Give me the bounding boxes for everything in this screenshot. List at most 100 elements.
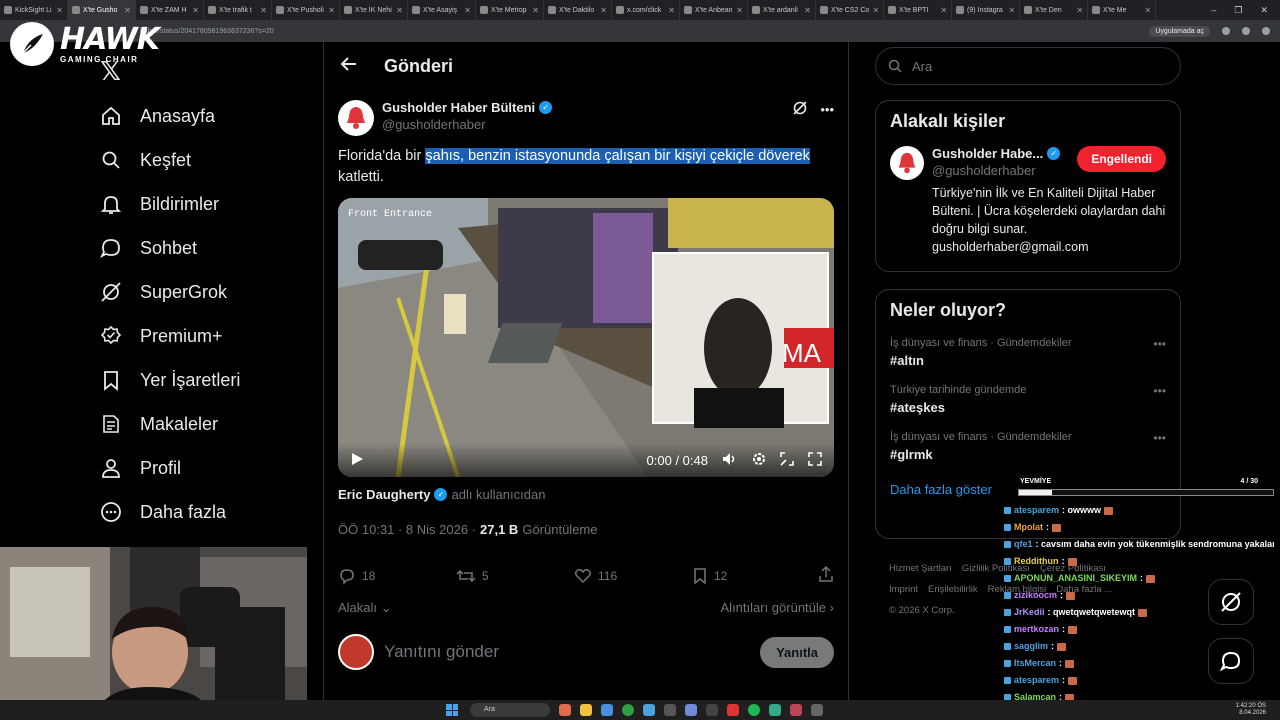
video-player[interactable]: MA Front Entrance 0:00 / 0:48	[338, 198, 834, 477]
like-action[interactable]: 116	[574, 567, 692, 585]
tab-close-icon[interactable]: ✕	[532, 6, 539, 15]
tab-close-icon[interactable]: ✕	[56, 6, 63, 15]
reply-action[interactable]: 18	[338, 567, 456, 585]
nav-item-3[interactable]: Bildirimler	[100, 182, 240, 226]
grok-icon[interactable]	[792, 100, 808, 119]
tab-close-icon[interactable]: ✕	[872, 6, 879, 15]
browser-tab[interactable]: X'te Pusholi ✕	[272, 0, 340, 20]
view-quotes-link[interactable]: Alıntıları görüntüle ›	[721, 600, 834, 616]
repost-action[interactable]: 5	[456, 567, 574, 585]
tab-close-icon[interactable]: ✕	[1144, 6, 1151, 15]
minimize-window-icon[interactable]: –	[1211, 5, 1216, 16]
trend-more-icon[interactable]: •••	[1153, 337, 1166, 351]
person-avatar[interactable]	[890, 146, 924, 180]
trend-more-icon[interactable]: •••	[1153, 431, 1166, 445]
browser-tab[interactable]: X'te ZAM H ✕	[136, 0, 204, 20]
trend-more-icon[interactable]: •••	[1153, 384, 1166, 398]
system-clock[interactable]: 1:42:20 ÖS 8.04.2026	[1236, 703, 1266, 717]
browser-tab[interactable]: X'te BPTI ✕	[884, 0, 953, 20]
profile-icon[interactable]	[1262, 27, 1270, 35]
search-box[interactable]: Ara	[875, 47, 1181, 85]
taskbar-app-icon[interactable]	[769, 704, 781, 716]
tweet-timestamp[interactable]: ÖÖ 10:31 · 8 Nis 2026 ·	[338, 522, 476, 537]
nav-item-5[interactable]: SuperGrok	[100, 270, 240, 314]
browser-tab[interactable]: X'te Daktilo ✕	[544, 0, 612, 20]
maximize-window-icon[interactable]: ❐	[1234, 5, 1242, 16]
trend-item[interactable]: İş dünyası ve finans · Gündemdekiler #alt…	[890, 337, 1166, 368]
browser-tab[interactable]: X'te Anbean ✕	[680, 0, 748, 20]
author-name[interactable]: Gusholder Haber Bülteni ✓	[382, 100, 553, 115]
nav-item-8[interactable]: Makaleler	[100, 402, 240, 446]
more-options-icon[interactable]: •••	[820, 102, 834, 117]
browser-tab[interactable]: X'te Den ✕	[1020, 0, 1089, 20]
tab-close-icon[interactable]: ✕	[736, 6, 743, 15]
browser-tab[interactable]: (9) Instagra ✕	[952, 0, 1021, 20]
close-window-icon[interactable]: ✕	[1260, 5, 1268, 16]
nav-item-7[interactable]: Yer İşaretleri	[100, 358, 240, 402]
tab-close-icon[interactable]: ✕	[600, 6, 607, 15]
related-person[interactable]: Gusholder Habe... ✓ @gusholderhaber Enge…	[890, 146, 1166, 180]
reply-input[interactable]: Yanıtını gönder	[384, 642, 499, 662]
person-name[interactable]: Gusholder Habe... ✓	[932, 146, 1061, 161]
nav-item-6[interactable]: Premium+	[100, 314, 240, 358]
trend-item[interactable]: Türkiye tarihinde gündemde #ateşkes •••	[890, 384, 1166, 415]
chrome-icon[interactable]	[622, 704, 634, 716]
tab-close-icon[interactable]: ✕	[464, 6, 471, 15]
sort-relevant-dropdown[interactable]: Alakalı ⌄	[338, 600, 392, 616]
reply-button[interactable]: Yanıtla	[760, 636, 834, 668]
nav-item-9[interactable]: Profil	[100, 446, 240, 490]
tab-close-icon[interactable]: ✕	[940, 6, 947, 15]
video-source-name[interactable]: Eric Daugherty	[338, 487, 430, 502]
browser-tab[interactable]: X'te Metrop ✕	[476, 0, 544, 20]
discord-icon[interactable]	[685, 704, 697, 716]
trend-item[interactable]: İş dünyası ve finans · Gündemdekiler #glr…	[890, 431, 1166, 462]
share-icon[interactable]	[818, 565, 834, 586]
taskbar-app-icon[interactable]	[790, 704, 802, 716]
windows-start-icon[interactable]	[446, 704, 458, 716]
blocked-button[interactable]: Engellendi	[1077, 146, 1166, 172]
taskbar-search[interactable]: Ara	[470, 703, 550, 717]
minimize-player-icon[interactable]	[780, 451, 794, 469]
browser-tab[interactable]: X'te trafik t ✕	[204, 0, 272, 20]
settings-gear-icon[interactable]	[752, 452, 766, 469]
footer-link[interactable]: Imprint	[889, 584, 918, 595]
tab-close-icon[interactable]: ✕	[124, 6, 131, 15]
play-icon[interactable]	[350, 452, 364, 469]
nav-item-10[interactable]: Daha fazla	[100, 490, 240, 534]
browser-tab[interactable]: X'te Asayiş ✕	[408, 0, 476, 20]
taskbar-app-icon[interactable]	[706, 704, 718, 716]
tab-close-icon[interactable]: ✕	[260, 6, 267, 15]
bookmark-star-icon[interactable]	[1242, 27, 1250, 35]
url-text[interactable]: haber/status/2041780981963637236?s=20	[140, 28, 274, 35]
author-handle[interactable]: @gusholderhaber	[382, 117, 552, 132]
nav-item-4[interactable]: Sohbet	[100, 226, 240, 270]
browser-tab[interactable]: X'te ardanli ✕	[748, 0, 816, 20]
taskbar-app-icon[interactable]	[664, 704, 676, 716]
file-explorer-icon[interactable]	[580, 704, 592, 716]
extension-icon[interactable]	[1222, 27, 1230, 35]
footer-link[interactable]: Hizmet Şartları	[889, 563, 952, 574]
footer-link[interactable]: Erişilebilirlik	[928, 584, 978, 595]
nav-item-1[interactable]: Anasayfa	[100, 94, 240, 138]
nav-item-2[interactable]: Keşfet	[100, 138, 240, 182]
tab-close-icon[interactable]: ✕	[328, 6, 335, 15]
author-avatar[interactable]	[338, 100, 374, 136]
volume-icon[interactable]	[722, 452, 738, 469]
spotify-icon[interactable]	[748, 704, 760, 716]
bookmark-action[interactable]: 12	[692, 567, 810, 585]
open-in-app-button[interactable]: Uygulamada aç	[1149, 25, 1210, 37]
back-arrow-icon[interactable]	[340, 55, 358, 78]
tab-close-icon[interactable]: ✕	[192, 6, 199, 15]
browser-tab[interactable]: X'te Me ✕	[1088, 0, 1157, 20]
user-avatar[interactable]	[338, 634, 374, 670]
browser-tab[interactable]: x.com/click ✕	[612, 0, 680, 20]
browser-tab[interactable]: X'te İK Nehi ✕	[340, 0, 408, 20]
taskbar-app-icon[interactable]	[601, 704, 613, 716]
tab-close-icon[interactable]: ✕	[1076, 6, 1083, 15]
taskbar-app-icon[interactable]	[643, 704, 655, 716]
taskbar-app-icon[interactable]	[727, 704, 739, 716]
taskbar-app-icon[interactable]	[811, 704, 823, 716]
browser-tab[interactable]: X'te Gusho ✕	[68, 0, 136, 20]
tab-close-icon[interactable]: ✕	[804, 6, 811, 15]
tab-close-icon[interactable]: ✕	[668, 6, 675, 15]
